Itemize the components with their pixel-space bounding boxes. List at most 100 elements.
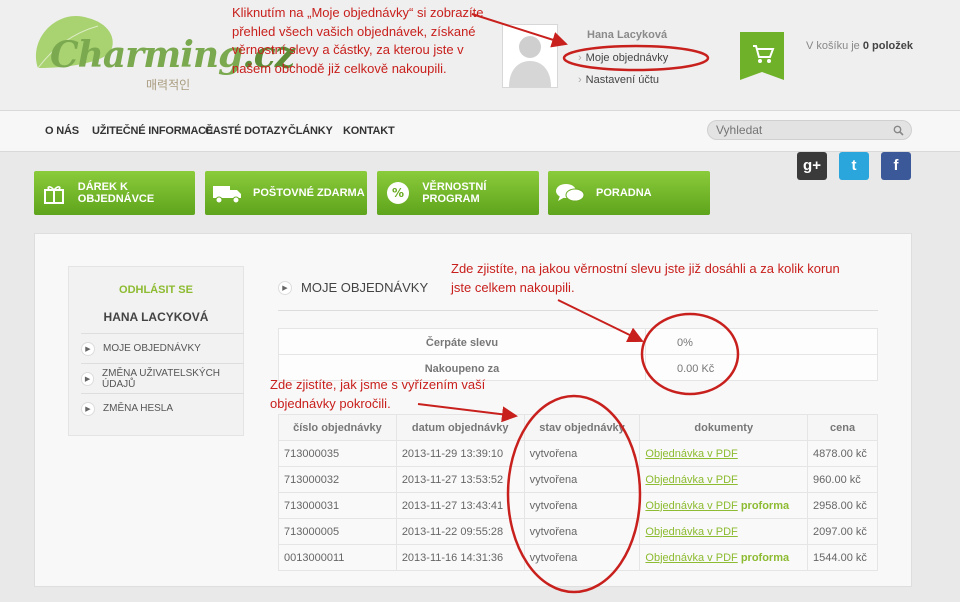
order-proforma-link[interactable]: proforma xyxy=(741,552,789,564)
annotation-top: Kliknutím na „Moje objednávky“ si zobraz… xyxy=(232,5,484,76)
search-icon[interactable] xyxy=(893,125,904,136)
table-row: 0013000011 2013-11-16 14:31:36 vytvořena… xyxy=(278,544,878,571)
order-documents: Objednávka v PDF xyxy=(639,466,809,493)
col-order-status: stav objednávky xyxy=(523,414,641,441)
chevron-right-icon: ▶ xyxy=(81,371,95,386)
chevron-right-icon: ▶ xyxy=(81,401,95,416)
user-silhouette-icon xyxy=(509,36,551,87)
page-title: ▶ MOJE OBJEDNÁVKY xyxy=(278,280,428,295)
sidebar-user-name: HANA LACYKOVÁ xyxy=(103,310,209,324)
cart-icon[interactable] xyxy=(740,32,786,82)
cart-summary[interactable]: V košíku je 0 položek xyxy=(806,40,913,52)
col-order-date: datum objednávky xyxy=(395,414,525,441)
order-number: 713000032 xyxy=(278,466,397,493)
col-order-number: číslo objednávky xyxy=(278,414,397,441)
promo-gift-label: DÁREK K OBJEDNÁVCE xyxy=(77,181,155,205)
annotation-summary: Zde zjistíte, na jakou věrnostní slevu j… xyxy=(451,261,840,295)
order-status: vytvořena xyxy=(523,440,641,467)
annotation-status: Zde zjistíte, jak jsme s vyřízením vaší … xyxy=(270,377,486,411)
table-header-row: číslo objednávky datum objednávky stav o… xyxy=(278,414,878,441)
order-pdf-link[interactable]: Objednávka v PDF xyxy=(645,526,737,538)
order-price: 1544.00 kč xyxy=(807,544,878,571)
total-value: 0.00 Kč xyxy=(677,363,715,375)
nav-contact[interactable]: KONTAKT xyxy=(343,125,395,137)
nav-articles[interactable]: ČLÁNKY xyxy=(288,125,333,137)
main-nav: O NÁS UŽITEČNÉ INFORMACE ČASTÉ DOTAZY ČL… xyxy=(0,110,960,152)
order-price: 2097.00 kč xyxy=(807,518,878,545)
order-status: vytvořena xyxy=(523,492,641,519)
discount-value: 0% xyxy=(677,337,693,349)
search-box xyxy=(707,120,912,140)
chevron-right-icon: › xyxy=(578,74,582,86)
logo-tagline: 매력적인 xyxy=(146,78,191,92)
facebook-icon[interactable]: f xyxy=(881,152,911,180)
order-date: 2013-11-22 09:55:28 xyxy=(395,518,525,545)
table-row: 713000035 2013-11-29 13:39:10 vytvořena … xyxy=(278,440,878,467)
title-divider xyxy=(278,310,878,311)
promo-free-shipping-label: POŠTOVNÉ ZDARMA xyxy=(253,187,365,199)
order-documents: Objednávka v PDF xyxy=(639,518,809,545)
sidebar-item-change-password[interactable]: ▶ ZMĚNA HESLA xyxy=(81,393,244,423)
order-pdf-link[interactable]: Objednávka v PDF xyxy=(645,500,737,512)
orders-table: číslo objednávky datum objednávky stav o… xyxy=(278,414,878,571)
nav-about[interactable]: O NÁS xyxy=(45,125,79,137)
account-settings-link[interactable]: › Nastavení účtu xyxy=(578,74,659,86)
order-date: 2013-11-27 13:43:41 xyxy=(395,492,525,519)
logout-link[interactable]: ODHLÁSIT SE xyxy=(69,284,243,296)
order-pdf-link[interactable]: Objednávka v PDF xyxy=(645,474,737,486)
order-pdf-link[interactable]: Objednávka v PDF xyxy=(645,448,737,460)
order-date: 2013-11-27 13:53:52 xyxy=(395,466,525,493)
order-number: 0013000011 xyxy=(278,544,397,571)
order-documents: Objednávka v PDF proforma xyxy=(639,544,809,571)
discount-label: Čerpáte slevu xyxy=(425,337,499,349)
promo-loyalty-button[interactable]: % VĚRNOSTNÍ PROGRAM xyxy=(377,171,539,215)
row-divider xyxy=(645,329,646,354)
twitter-icon[interactable]: t xyxy=(839,152,869,180)
logo[interactable]: Charming.cz 매력적인 xyxy=(28,8,295,98)
promo-advice-label: PORADNA xyxy=(596,187,652,199)
order-price: 4878.00 kč xyxy=(807,440,878,467)
chevron-right-icon: ▶ xyxy=(81,341,95,356)
chevron-right-icon: ▶ xyxy=(278,280,292,295)
nav-useful-info[interactable]: UŽITEČNÉ INFORMACE xyxy=(92,125,213,137)
order-documents: Objednávka v PDF proforma xyxy=(639,492,809,519)
truck-icon xyxy=(213,186,241,204)
order-date: 2013-11-29 13:39:10 xyxy=(395,440,525,467)
order-number: 713000031 xyxy=(278,492,397,519)
my-orders-link[interactable]: › Moje objednávky xyxy=(578,52,668,64)
chat-bubbles-icon xyxy=(556,184,585,202)
order-date: 2013-11-16 14:31:36 xyxy=(395,544,525,571)
table-row: 713000032 2013-11-27 13:53:52 vytvořena … xyxy=(278,466,878,493)
sidebar-item-change-details[interactable]: ▶ ZMĚNA UŽIVATELSKÝCH ÚDAJŮ xyxy=(81,363,244,393)
order-number: 713000035 xyxy=(278,440,397,467)
order-price: 2958.00 kč xyxy=(807,492,878,519)
svg-text:%: % xyxy=(392,186,404,200)
col-price: cena xyxy=(807,414,878,441)
order-status: vytvořena xyxy=(523,466,641,493)
avatar xyxy=(502,24,558,88)
order-number: 713000005 xyxy=(278,518,397,545)
account-sidebar: ODHLÁSIT SE HANA LACYKOVÁ ▶ MOJE OBJEDNÁV… xyxy=(68,266,244,436)
nav-faq[interactable]: ČASTÉ DOTAZY xyxy=(205,125,288,137)
chevron-right-icon: › xyxy=(578,52,582,64)
google-plus-icon[interactable]: g+ xyxy=(797,152,827,180)
search-input[interactable] xyxy=(716,123,886,137)
order-pdf-link[interactable]: Objednávka v PDF xyxy=(645,552,737,564)
header: Charming.cz 매력적인 Kliknutím na „Moje obje… xyxy=(0,0,960,110)
table-row: 713000031 2013-11-27 13:43:41 vytvořena … xyxy=(278,492,878,519)
order-status: vytvořena xyxy=(523,518,641,545)
order-documents: Objednávka v PDF xyxy=(639,440,809,467)
order-status: vytvořena xyxy=(523,544,641,571)
header-user-name: Hana Lacyková xyxy=(587,29,668,41)
promo-advice-button[interactable]: PORADNA xyxy=(548,171,710,215)
sidebar-item-my-orders[interactable]: ▶ MOJE OBJEDNÁVKY xyxy=(81,333,244,363)
promo-loyalty-label: VĚRNOSTNÍ PROGRAM xyxy=(422,181,487,205)
order-proforma-link[interactable]: proforma xyxy=(741,500,789,512)
discount-row: Čerpáte slevu 0% xyxy=(278,328,878,355)
table-row: 713000005 2013-11-22 09:55:28 vytvořena … xyxy=(278,518,878,545)
promo-free-shipping-button[interactable]: POŠTOVNÉ ZDARMA xyxy=(205,171,367,215)
total-label: Nakoupeno za xyxy=(424,363,500,375)
row-divider xyxy=(645,355,646,380)
promo-gift-button[interactable]: DÁREK K OBJEDNÁVCE xyxy=(34,171,195,215)
col-documents: dokumenty xyxy=(639,414,809,441)
